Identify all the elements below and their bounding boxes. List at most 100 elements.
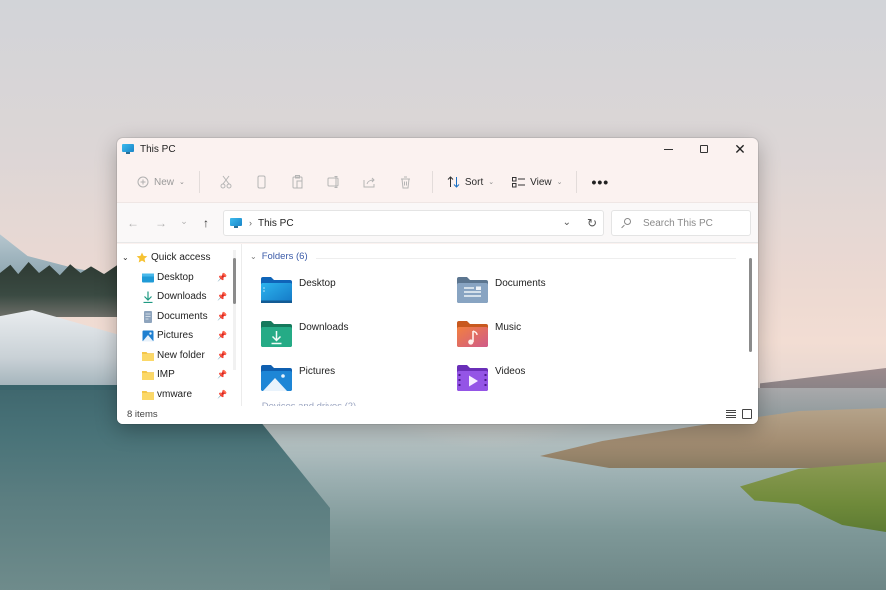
- downloads-folder-icon: [261, 321, 292, 347]
- folder-tile-downloads[interactable]: Downloads: [260, 316, 450, 350]
- star-icon: [136, 252, 148, 262]
- documents-folder-icon: [457, 277, 488, 303]
- minimize-button[interactable]: [650, 138, 686, 160]
- sidebar-scrollbar[interactable]: [233, 250, 236, 370]
- share-icon: [363, 177, 376, 188]
- sidebar-item-desktop[interactable]: Desktop 📌: [117, 268, 231, 287]
- copy-button[interactable]: [250, 169, 274, 195]
- window-controls: ✕: [650, 138, 758, 160]
- chevron-down-icon: ⌄: [180, 215, 188, 226]
- videos-folder-icon: [457, 365, 488, 391]
- folder-name: Music: [495, 322, 522, 333]
- up-button[interactable]: ↑: [198, 215, 214, 231]
- window-title: This PC: [140, 143, 176, 155]
- details-view-button[interactable]: [726, 409, 736, 419]
- folders-section-header[interactable]: ⌄ Folders (6): [250, 251, 308, 262]
- wallpaper-snow-slope: [0, 310, 130, 390]
- content-area: ⌄ Quick access Desktop 📌 Downloads 📌 Doc…: [117, 244, 758, 412]
- sidebar-item-quick-access[interactable]: ⌄ Quick access: [117, 248, 231, 267]
- recent-locations-button[interactable]: ⌄: [176, 213, 192, 229]
- share-button[interactable]: [358, 169, 382, 195]
- item-count: 8 items: [127, 409, 158, 420]
- more-icon: •••: [591, 174, 610, 190]
- wallpaper-far-hill: [760, 368, 886, 390]
- new-button[interactable]: New ⌄: [131, 169, 191, 195]
- folder-tile-desktop[interactable]: Desktop: [260, 272, 450, 306]
- sidebar-item-label: Desktop: [157, 272, 194, 283]
- address-bar[interactable]: › This PC ⌄ ↻: [223, 210, 604, 236]
- folder-tile-pictures[interactable]: Pictures: [260, 360, 450, 394]
- sidebar-item-label: Quick access: [151, 252, 211, 263]
- main-scrollbar-thumb[interactable]: [749, 258, 752, 352]
- view-label: View: [530, 176, 552, 188]
- folder-icon: [142, 351, 154, 361]
- pin-icon[interactable]: 📌: [217, 390, 227, 399]
- delete-icon: [401, 176, 411, 188]
- sidebar-item-label: Pictures: [157, 330, 194, 341]
- address-history-chevron-icon[interactable]: ⌄: [563, 217, 571, 228]
- cut-icon: [220, 175, 232, 189]
- pin-icon[interactable]: 📌: [217, 331, 227, 340]
- new-label: New: [154, 176, 175, 188]
- chevron-down-icon[interactable]: ⌄: [122, 253, 129, 262]
- sidebar-scrollbar-thumb[interactable]: [233, 258, 236, 304]
- wallpaper-grass: [740, 462, 886, 532]
- sidebar-item-new-folder[interactable]: New folder 📌: [117, 346, 231, 365]
- search-input[interactable]: [643, 217, 743, 229]
- navigation-bar: ← → ⌄ ↑ › This PC ⌄ ↻: [117, 202, 758, 243]
- back-button[interactable]: ←: [125, 215, 141, 231]
- toolbar-divider: [431, 171, 433, 193]
- sort-button[interactable]: Sort ⌄: [441, 169, 500, 195]
- sidebar-item-label: Downloads: [157, 291, 207, 302]
- folder-tile-videos[interactable]: Videos: [456, 360, 646, 394]
- sidebar-item-pictures[interactable]: Pictures 📌: [117, 326, 231, 345]
- paste-button[interactable]: [286, 169, 310, 195]
- pin-icon[interactable]: 📌: [217, 351, 227, 360]
- main-scrollbar[interactable]: [749, 250, 753, 404]
- sidebar-item-label: vmware: [157, 389, 193, 400]
- search-icon: [621, 218, 631, 229]
- title-bar[interactable]: This PC ✕: [117, 138, 758, 160]
- toolbar-divider: [198, 171, 200, 193]
- more-options-button[interactable]: •••: [585, 169, 615, 195]
- close-button[interactable]: ✕: [722, 138, 758, 160]
- paste-icon: [292, 175, 303, 189]
- pin-icon[interactable]: 📌: [217, 292, 227, 301]
- search-box[interactable]: [611, 210, 751, 236]
- view-button[interactable]: View ⌄: [506, 169, 568, 195]
- sort-icon: [447, 176, 460, 188]
- pictures-icon: [142, 330, 154, 341]
- download-icon: [143, 291, 153, 303]
- forward-button[interactable]: →: [153, 215, 169, 231]
- rename-icon: [327, 176, 339, 188]
- sidebar-item-imp[interactable]: IMP 📌: [117, 365, 231, 384]
- delete-button[interactable]: [394, 169, 418, 195]
- chevron-down-icon: ⌄: [556, 179, 563, 186]
- pin-icon[interactable]: 📌: [217, 312, 227, 321]
- chevron-down-icon: ⌄: [179, 179, 185, 186]
- documents-icon: [144, 310, 152, 323]
- pin-icon[interactable]: 📌: [217, 273, 227, 282]
- close-icon: ✕: [734, 141, 746, 157]
- cut-button[interactable]: [214, 169, 238, 195]
- plus-circle-icon: [137, 176, 149, 188]
- folders-header-label: Folders (6): [261, 251, 308, 262]
- breadcrumb-separator-icon: ›: [249, 218, 252, 228]
- folder-tile-documents[interactable]: Documents: [456, 272, 646, 306]
- rename-button[interactable]: [322, 169, 346, 195]
- folder-icon: [142, 390, 154, 400]
- folder-tile-music[interactable]: Music: [456, 316, 646, 350]
- refresh-icon[interactable]: ↻: [587, 216, 597, 230]
- pin-icon[interactable]: 📌: [217, 370, 227, 379]
- large-icons-view-button[interactable]: [742, 409, 752, 419]
- sidebar-item-vmware[interactable]: vmware 📌: [117, 385, 231, 404]
- status-bar: 8 items: [117, 406, 758, 424]
- sidebar-item-documents[interactable]: Documents 📌: [117, 307, 231, 326]
- breadcrumb-this-pc[interactable]: This PC: [258, 218, 294, 229]
- sidebar-item-downloads[interactable]: Downloads 📌: [117, 287, 231, 306]
- sidebar-item-label: New folder: [157, 350, 205, 361]
- folder-icon: [142, 370, 154, 380]
- chevron-down-icon: ⌄: [488, 179, 495, 186]
- folder-name: Pictures: [299, 366, 336, 377]
- maximize-button[interactable]: [686, 138, 722, 160]
